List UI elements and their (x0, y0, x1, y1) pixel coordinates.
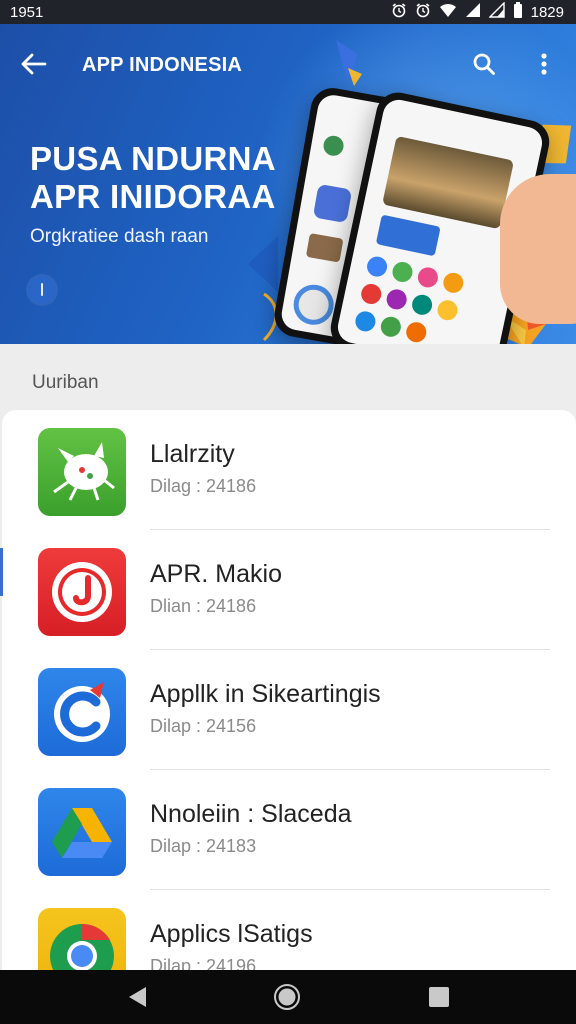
section-label: Uuriban (32, 372, 99, 393)
app-name: APR. Makio (150, 560, 282, 588)
hand (500, 174, 576, 324)
signal-icon (487, 1, 505, 22)
status-time-right: 1829 (530, 3, 564, 21)
hero-info-button[interactable] (28, 276, 56, 304)
hero-headline: PUSA NDURNA APR INIDORAA (30, 140, 276, 216)
list-item[interactable]: Applics lSatigs Dilap : 24196 (2, 890, 576, 970)
app-bar-title: APP INDONESIA (82, 54, 243, 76)
app-meta: Dilap : 24196 (150, 956, 257, 970)
wifi-icon (439, 2, 457, 22)
status-bar: 1951 1829 (0, 0, 576, 24)
list-item[interactable]: Appllk in Sikeartingis Dilap : 24156 (2, 650, 576, 770)
status-time-left: 1951 (10, 3, 44, 21)
circle-home-icon (274, 984, 300, 1010)
back-button[interactable] (18, 48, 50, 80)
app-name: Nnoleiin : Slaceda (150, 800, 352, 828)
nav-back-button[interactable] (122, 982, 152, 1012)
search-icon (473, 53, 495, 75)
app-list: Llalrzity Dilag : 24186 APR. Makio Dlian… (2, 410, 576, 970)
app-meta: Dlian : 24186 (150, 596, 257, 616)
battery-icon (513, 2, 523, 22)
arrow-left-icon (21, 53, 47, 75)
list-item[interactable]: APR. Makio Dlian : 24186 (2, 530, 576, 650)
list-item[interactable]: Nnoleiin : Slaceda Dilap : 24183 (2, 770, 576, 890)
red-j-logo-icon (38, 548, 126, 636)
triangle-back-icon (129, 987, 146, 1007)
chrome-like-icon (38, 908, 126, 970)
status-icons: 1829 (391, 1, 564, 22)
nav-home-button[interactable] (272, 982, 302, 1012)
app-meta: Dilap : 24156 (150, 716, 257, 736)
app-name: Applics lSatigs (150, 920, 313, 948)
scroll-accent (0, 548, 3, 596)
square-recents-icon (429, 987, 449, 1007)
nav-recents-button[interactable] (424, 982, 454, 1012)
blue-c-logo-icon (38, 668, 126, 756)
app-bar: APP INDONESIA (0, 42, 576, 86)
search-button[interactable] (468, 48, 500, 80)
alarm-icon (391, 2, 407, 22)
hero-subtitle: Orgkratiee dash raan (30, 226, 209, 247)
more-options-button[interactable] (530, 48, 558, 80)
hero-headline-line-1: PUSA NDURNA (30, 140, 276, 177)
signal-icon (465, 2, 481, 22)
drive-triangle-icon (38, 788, 126, 876)
app-meta: Dilap : 24183 (150, 836, 257, 856)
system-nav-bar (0, 970, 576, 1024)
app-name: Appllk in Sikeartingis (150, 680, 381, 708)
more-vert-icon (541, 53, 547, 75)
app-name: Llalrzity (150, 440, 235, 468)
list-item[interactable]: Llalrzity Dilag : 24186 (2, 410, 576, 530)
hero-banner: APP INDONESIA PUSA NDURNA APR INIDORAA O… (0, 24, 576, 344)
green-creature-icon (38, 428, 126, 516)
alarm-icon (415, 2, 431, 22)
hero-headline-line-2: APR INIDORAA (30, 178, 276, 215)
app-meta: Dilag : 24186 (150, 476, 257, 496)
